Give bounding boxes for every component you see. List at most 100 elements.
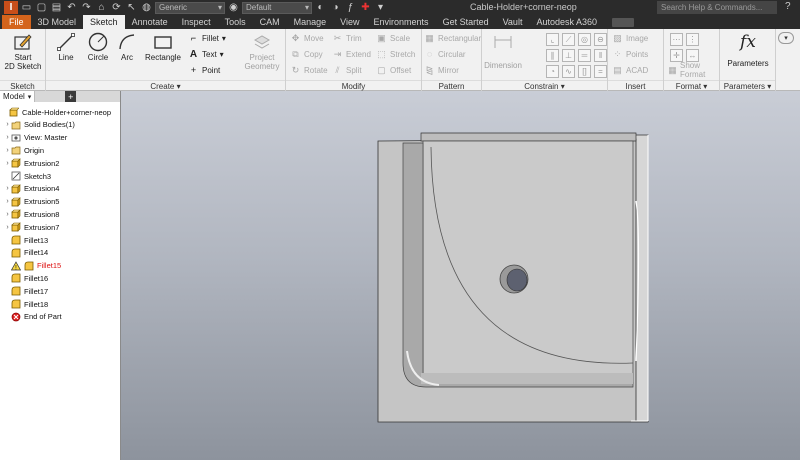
browser-node[interactable]: › Extrusion5 <box>0 196 59 208</box>
browser-node[interactable]: Fillet18 <box>0 298 48 310</box>
save-icon[interactable]: ▤ <box>50 2 63 14</box>
vertical-constraint-icon[interactable]: ‖ <box>594 49 607 62</box>
fillet-button[interactable]: ⌐ Fillet ▾ <box>188 31 226 45</box>
point-button[interactable]: + Point <box>188 63 220 77</box>
expand-chevron-icon[interactable]: › <box>4 160 11 167</box>
equal-constraint-icon[interactable]: = <box>594 65 607 78</box>
collinear-constraint-icon[interactable]: ⟋ <box>562 33 575 46</box>
new-icon[interactable]: ▭ <box>20 2 33 14</box>
start-2d-sketch-button[interactable]: Start 2D Sketch <box>4 31 42 71</box>
tab-inspect[interactable]: Inspect <box>175 15 218 29</box>
home-icon[interactable]: ⌂ <box>95 2 108 14</box>
browser-node[interactable]: Cable-Holder+corner-neop <box>0 106 111 118</box>
expand-chevron-icon[interactable]: › <box>4 134 11 141</box>
browser-node[interactable]: ! Fillet15 <box>0 260 61 272</box>
plus-red-icon[interactable]: ✚ <box>359 2 372 14</box>
update-icon[interactable]: ⟳ <box>110 2 123 14</box>
construction-icon[interactable]: ⋯ <box>670 33 683 46</box>
tab-vault[interactable]: Vault <box>496 15 530 29</box>
open-icon[interactable]: ▢ <box>35 2 48 14</box>
undo-icon[interactable]: ↶ <box>65 2 78 14</box>
browser-node[interactable]: › Solid Bodies(1) <box>0 119 75 131</box>
offset-button[interactable]: ▢ Offset <box>376 63 411 77</box>
tab-file[interactable]: File <box>2 15 31 29</box>
tangent-constraint-icon[interactable]: ◔ <box>546 65 559 78</box>
tab-view[interactable]: View <box>333 15 366 29</box>
project-geometry-button[interactable]: Project Geometry <box>242 31 282 71</box>
browser-node[interactable]: › Extrusion4 <box>0 183 59 195</box>
tab-cam[interactable]: CAM <box>253 15 287 29</box>
help-search-input[interactable]: Search Help & Commands... <box>657 1 777 14</box>
expand-chevron-icon[interactable]: › <box>4 224 11 231</box>
trim-button[interactable]: ✂ Trim <box>332 31 362 45</box>
qat-dropdown-icon[interactable]: ▾ <box>374 2 387 14</box>
material-combo[interactable]: Generic ▾ <box>155 1 225 14</box>
acad-button[interactable]: ▤ ACAD <box>612 63 648 77</box>
select-icon[interactable]: ↖ <box>125 2 138 14</box>
browser-node[interactable]: Sketch3 <box>0 170 51 182</box>
horizontal-constraint-icon[interactable]: ═ <box>578 49 591 62</box>
inventor-logo[interactable]: I <box>4 1 18 14</box>
fix-constraint-icon[interactable]: ⊖ <box>594 33 607 46</box>
dimension-button[interactable]: Dimension <box>484 31 522 70</box>
browser-node[interactable]: Fillet14 <box>0 247 48 259</box>
perpendicular-constraint-icon[interactable]: ⊥ <box>562 49 575 62</box>
tab-sketch[interactable]: Sketch <box>83 15 125 29</box>
split-button[interactable]: ⫽ Split <box>332 63 361 77</box>
symmetric-constraint-icon[interactable]: [] <box>578 65 591 78</box>
copy-button[interactable]: ⧉ Copy <box>290 47 322 61</box>
appearance-combo[interactable]: Default ▾ <box>242 1 312 14</box>
tab-model[interactable]: Model ▾ <box>0 91 36 102</box>
browser-node[interactable]: Fillet17 <box>0 285 48 297</box>
browser-node[interactable]: Fillet16 <box>0 272 48 284</box>
scale-button[interactable]: ▣ Scale <box>376 31 410 45</box>
expand-chevron-icon[interactable]: › <box>4 198 11 205</box>
ribbon-options-icon[interactable]: ▾ <box>778 32 794 44</box>
tab-tools[interactable]: Tools <box>218 15 253 29</box>
parameters-button[interactable]: fx Parameters <box>722 31 774 68</box>
expand-chevron-icon[interactable]: › <box>4 185 11 192</box>
redo-icon[interactable]: ↷ <box>80 2 93 14</box>
circular-pattern-button[interactable]: ◌ Circular <box>424 47 466 61</box>
parallel-constraint-icon[interactable]: ∥ <box>546 49 559 62</box>
rectangle-button[interactable]: Rectangle <box>142 31 184 62</box>
tab-overflow-toggle[interactable] <box>612 18 635 27</box>
tab-annotate[interactable]: Annotate <box>125 15 175 29</box>
clear-icon[interactable]: ◑ <box>329 2 342 14</box>
browser-node[interactable]: End of Part <box>0 311 62 323</box>
circle-button[interactable]: Circle <box>82 31 114 62</box>
points-button[interactable]: ⁘ Points <box>612 47 649 61</box>
tab-get-started[interactable]: Get Started <box>436 15 496 29</box>
expand-chevron-icon[interactable]: › <box>4 147 11 154</box>
tab-environments[interactable]: Environments <box>367 15 436 29</box>
concentric-constraint-icon[interactable]: ◎ <box>578 33 591 46</box>
rectangular-pattern-button[interactable]: ▦ Rectangular <box>424 31 481 45</box>
expand-chevron-icon[interactable]: › <box>4 211 11 218</box>
image-button[interactable]: ▨ Image <box>612 31 648 45</box>
browser-node[interactable]: Fillet13 <box>0 234 48 246</box>
smooth-constraint-icon[interactable]: ∿ <box>562 65 575 78</box>
centerline-icon[interactable]: ⋮ <box>686 33 699 46</box>
fx-icon[interactable]: ƒ <box>344 2 357 14</box>
expand-chevron-icon[interactable]: › <box>4 121 11 128</box>
text-button[interactable]: A Text ▾ <box>188 47 224 61</box>
coincident-constraint-icon[interactable]: ⌞ <box>546 33 559 46</box>
add-browser-tab-button[interactable]: + <box>65 91 77 102</box>
tab-3d-model[interactable]: 3D Model <box>31 15 84 29</box>
tab-autodesk-a360[interactable]: Autodesk A360 <box>529 15 604 29</box>
show-format-button[interactable]: ▦ Show Format <box>668 61 719 79</box>
extend-button[interactable]: ⇥ Extend <box>332 47 371 61</box>
tab-manage[interactable]: Manage <box>287 15 334 29</box>
browser-node[interactable]: › Extrusion8 <box>0 208 59 220</box>
browser-node[interactable]: › Extrusion2 <box>0 157 59 169</box>
graphics-viewport[interactable] <box>121 91 800 460</box>
browser-node[interactable]: › Origin <box>0 144 44 156</box>
stretch-button[interactable]: ⬚ Stretch <box>376 47 415 61</box>
rotate-button[interactable]: ↻ Rotate <box>290 63 328 77</box>
browser-node[interactable]: › Extrusion7 <box>0 221 59 233</box>
mirror-button[interactable]: ⧎ Mirror <box>424 63 459 77</box>
line-button[interactable]: Line <box>50 31 82 62</box>
arc-button[interactable]: Arc <box>112 31 142 62</box>
help-icon[interactable]: ? <box>785 1 791 12</box>
browser-node[interactable]: › View: Master <box>0 132 67 144</box>
